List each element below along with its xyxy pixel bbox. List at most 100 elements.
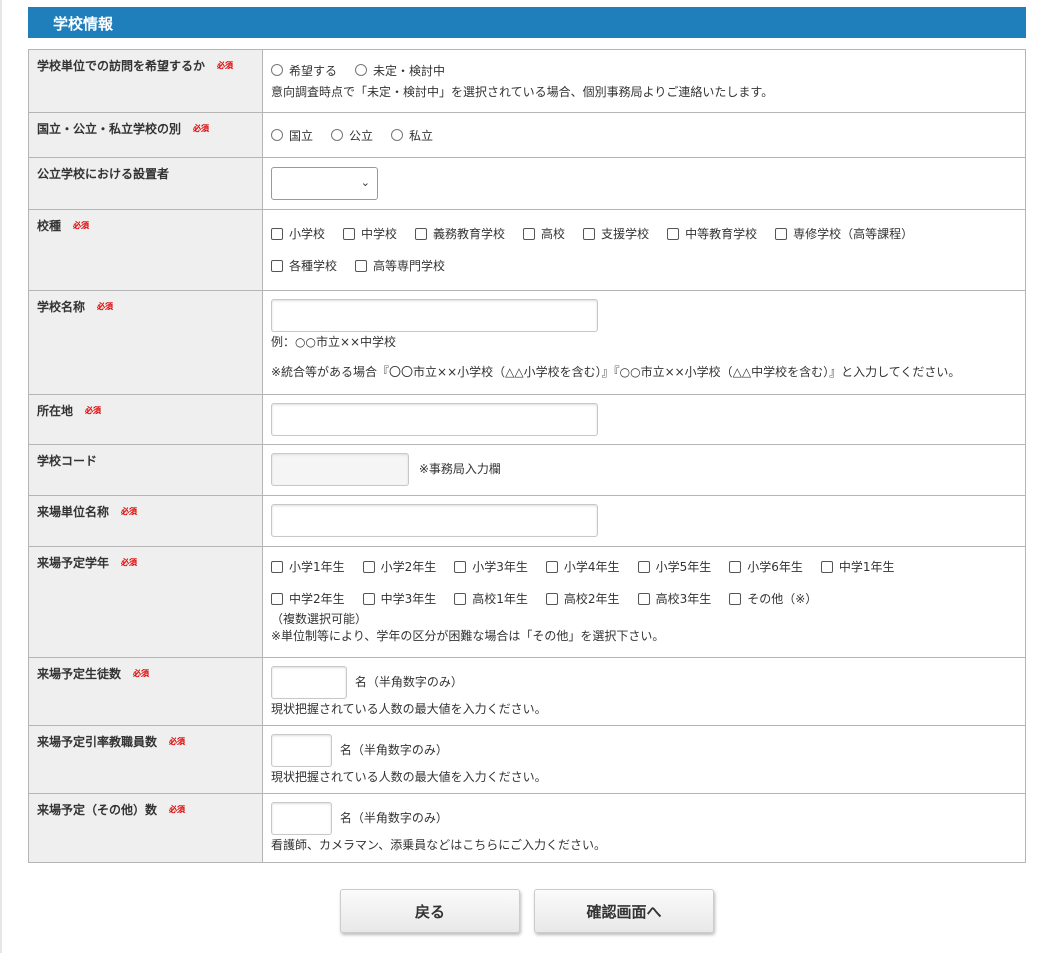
grade-option[interactable]: 小学1年生 [271,555,345,579]
checkbox[interactable] [271,260,283,272]
label: 来場予定引率教職員数 [37,735,158,749]
label: 学校名称 [37,300,86,314]
school-type-option[interactable]: 国立 [271,123,313,147]
visit-option[interactable]: 希望する [271,58,337,82]
label: 学校コード [37,454,98,468]
checkbox[interactable] [775,228,788,240]
checkbox[interactable] [637,561,650,573]
grade-option[interactable]: 高校1年生 [454,587,528,611]
option-label: その他（※） [747,592,818,606]
row-unit: 来場単位名称 必須 [28,495,1026,547]
students-input[interactable] [271,666,347,699]
school-kind-option[interactable]: 中等教育学校 [667,222,757,246]
radio-button[interactable] [271,64,283,76]
label: 来場予定（その他）数 [37,803,158,817]
checkbox[interactable] [454,561,467,573]
row-code: 学校コード ※事務局入力欄 [28,444,1026,496]
row-name: 学校名称 必須 例：○○市立××中学校 ※統合等がある場合『〇〇市立××小学校（△… [28,290,1026,395]
checkbox[interactable] [362,593,375,605]
option-label: 小学1年生 [289,560,345,574]
row-founder: 公立学校における設置者 ⌄ [28,157,1026,210]
checkbox[interactable] [545,561,558,573]
option-label: 未定・検討中 [373,63,446,78]
option-label: 私立 [409,128,434,143]
checkbox[interactable] [583,228,596,240]
checkbox[interactable] [729,561,742,573]
option-label: 高校 [541,227,566,241]
checkbox[interactable] [667,228,680,240]
code-note: ※事務局入力欄 [418,462,501,476]
option-label: 小学6年生 [747,560,803,574]
radio-button[interactable] [391,129,404,141]
checkbox[interactable] [271,561,283,573]
school-kind-option[interactable]: 専修学校（高等課程） [775,222,913,246]
others-input[interactable] [271,802,332,835]
school-kind-option[interactable]: 義務教育学校 [415,222,505,246]
grade-option[interactable]: 中学1年生 [820,555,894,579]
required-badge: 必須 [73,221,90,230]
checkbox[interactable] [454,593,467,605]
checkbox[interactable] [523,228,536,240]
school-code-input[interactable] [271,453,409,486]
unit-name-input[interactable] [271,504,598,537]
label: 校種 [37,219,62,233]
grade-option[interactable]: 小学5年生 [637,555,711,579]
grade-option[interactable]: 小学2年生 [362,555,436,579]
radio-button[interactable] [355,64,368,76]
school-name-input[interactable] [271,299,598,332]
option-label: 小学5年生 [655,560,712,574]
visit-option[interactable]: 未定・検討中 [355,58,445,82]
option-label: 小学校 [289,227,326,241]
confirm-button[interactable]: 確認画面へ [534,889,714,933]
option-label: 希望する [289,63,338,78]
school-kind-option[interactable]: 高校 [523,222,565,246]
others-note: 看護師、カメラマン、添乗員などはこちらにご入力ください。 [271,838,607,852]
option-label: 各種学校 [289,259,338,273]
school-type-option[interactable]: 私立 [391,123,433,147]
option-label: 小学2年生 [380,560,437,574]
grade-option[interactable]: 中学2年生 [271,587,345,611]
school-kind-option[interactable]: 中学校 [343,222,397,246]
teachers-note: 現状把握されている人数の最大値を入力ください。 [271,770,547,784]
grade-option[interactable]: 高校3年生 [637,587,711,611]
teachers-input[interactable] [271,734,332,767]
grade-option[interactable]: 小学3年生 [454,555,528,579]
grade-option[interactable]: 中学3年生 [362,587,436,611]
checkbox[interactable] [343,228,356,240]
checkbox[interactable] [545,593,558,605]
checkbox[interactable] [271,593,283,605]
checkbox[interactable] [415,228,428,240]
checkbox[interactable] [637,593,650,605]
grade-option[interactable]: その他（※） [729,587,817,611]
label: 学校単位での訪問を希望するか [37,59,206,73]
checkbox[interactable] [271,228,283,240]
checkbox[interactable] [362,561,375,573]
founder-select[interactable]: ⌄ [271,167,378,200]
grade-option[interactable]: 小学4年生 [545,555,620,579]
required-badge: 必須 [85,406,102,415]
school-kind-option[interactable]: 支援学校 [583,222,649,246]
address-input[interactable] [271,403,598,436]
radio-button[interactable] [331,129,344,141]
option-label: 高校3年生 [655,592,712,606]
option-label: 高校1年生 [472,592,528,606]
grade-option[interactable]: 小学6年生 [729,555,803,579]
unit-text: 名（半角数字のみ） [354,675,463,689]
grade-option[interactable]: 高校2年生 [545,587,620,611]
checkbox[interactable] [729,593,742,605]
radio-button[interactable] [271,129,283,141]
school-kind-option[interactable]: 小学校 [271,222,325,246]
label: 公立学校における設置者 [37,167,170,181]
row-students: 来場予定生徒数 必須 名（半角数字のみ） 現状把握されている人数の最大値を入力くだ… [28,657,1026,726]
unit-text: 名（半角数字のみ） [339,811,448,825]
school-info-form: 学校単位での訪問を希望するか 必須 希望する 未定・検討中 意向調査時点で「未定・検… [28,49,1026,863]
school-kind-option[interactable]: 高等専門学校 [355,254,445,278]
checkbox[interactable] [820,561,833,573]
back-button[interactable]: 戻る [340,889,520,933]
school-type-option[interactable]: 公立 [331,123,373,147]
checkbox[interactable] [355,260,368,272]
option-label: 義務教育学校 [433,227,506,241]
option-label: 国立 [289,128,314,143]
required-badge: 必須 [169,737,186,746]
school-kind-option[interactable]: 各種学校 [271,254,337,278]
